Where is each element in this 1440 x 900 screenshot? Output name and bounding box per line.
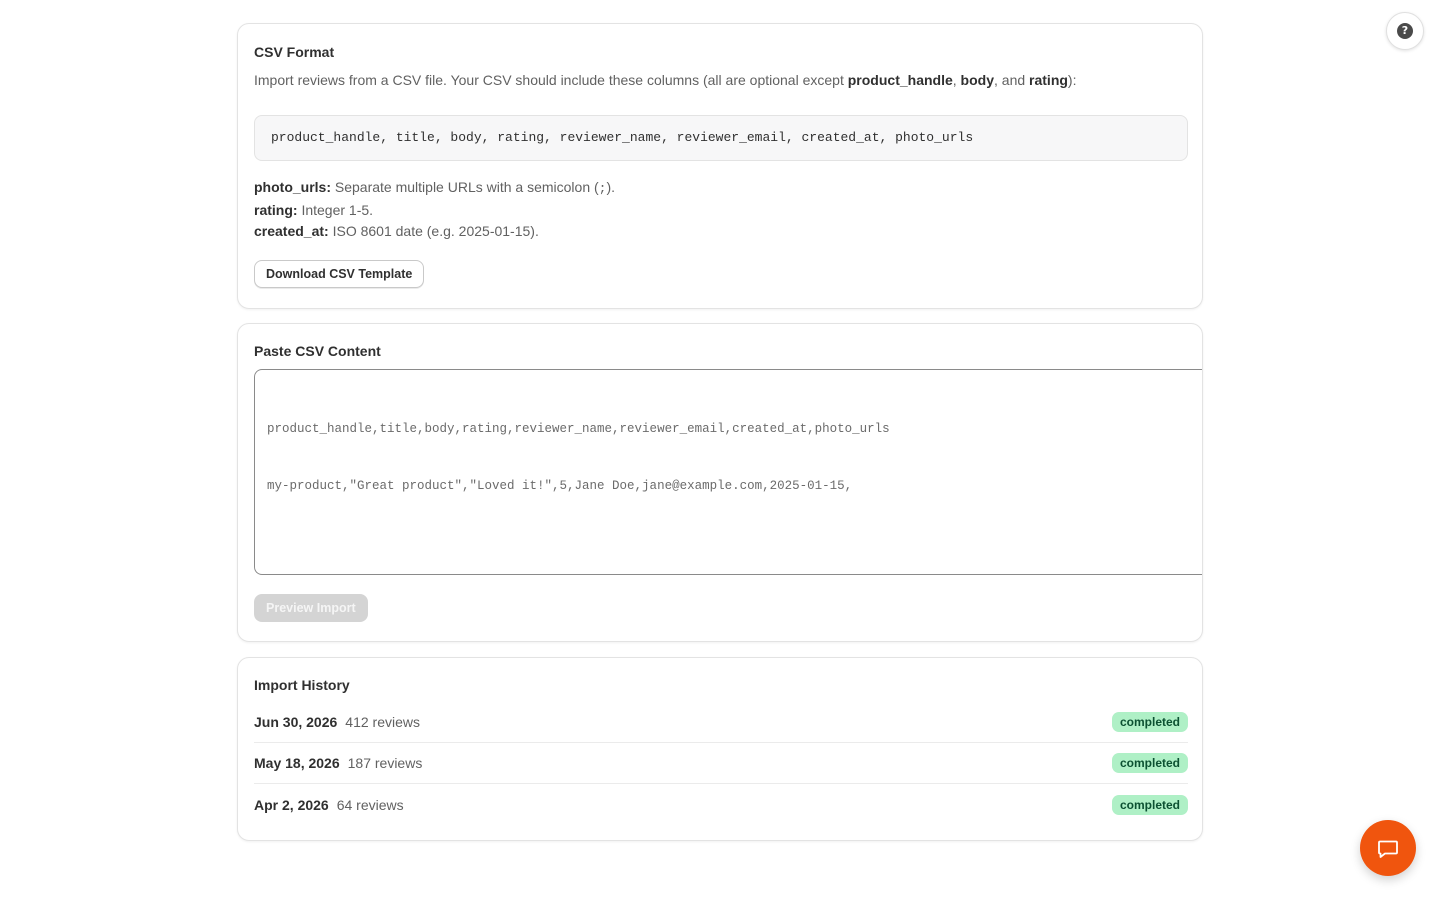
download-csv-template-button[interactable]: Download CSV Template [254,260,425,288]
textarea-placeholder-line: my-product,"Great product","Loved it!",5… [267,479,853,493]
intro-separator: , and [994,72,1030,88]
history-count: 64 reviews [336,796,404,813]
chat-button[interactable] [1360,820,1416,876]
paste-csv-title: Paste CSV Content [254,343,381,359]
note-label: created_at: [254,223,329,239]
csv-format-card: CSV Format Import reviews from a CSV fil… [237,23,1203,309]
history-date: Apr 2, 2026 [254,796,329,813]
history-row: Apr 2, 2026 64 reviews completed [254,784,1188,825]
csv-content-textarea[interactable]: product_handle,title,body,rating,reviewe… [254,369,1202,575]
required-column-body: body [960,72,994,88]
csv-format-title: CSV Format [254,44,335,60]
note-created-at: created_at: ISO 8601 date (e.g. 2025-01-… [254,221,615,243]
history-count: 412 reviews [345,714,420,730]
note-label: photo_urls: [254,179,331,195]
preview-import-button[interactable]: Preview Import [254,594,368,622]
note-text: Integer 1-5. [297,201,374,218]
chat-bubble-icon [1378,840,1398,858]
textarea-placeholder-line: product_handle,title,body,rating,reviewe… [267,422,890,436]
paste-csv-card: Paste CSV Content product_handle,title,b… [237,323,1203,642]
status-badge: completed [1111,794,1188,815]
question-mark-icon: ? [1397,23,1413,39]
status-badge: completed [1111,712,1188,732]
import-history-list: Jun 30, 2026 412 reviews completed May 1… [254,702,1188,825]
note-text: ). [606,179,616,195]
import-history-card: Import History Jun 30, 2026 412 reviews … [237,657,1203,841]
history-row: May 18, 2026 187 reviews completed [254,743,1188,784]
status-badge: completed [1111,753,1188,773]
history-row: Jun 30, 2026 412 reviews completed [254,702,1188,743]
history-date: Jun 30, 2026 [254,714,338,730]
history-count: 187 reviews [347,755,423,771]
intro-separator: , [952,72,961,88]
required-column-product-handle: product_handle [847,72,953,88]
csv-format-intro: Import reviews from a CSV file. Your CSV… [254,70,1076,90]
note-text: Separate multiple URLs with a semicolon … [331,179,599,195]
note-text: ISO 8601 date (e.g. 2025-01-15). [328,223,539,239]
note-rating: rating: Integer 1-5. [254,200,615,222]
note-label: rating: [254,201,298,218]
csv-columns-code: product_handle, title, body, rating, rev… [254,115,1188,161]
import-history-title: Import History [254,677,350,693]
csv-field-notes: photo_urls: Separate multiple URLs with … [254,177,615,243]
required-column-rating: rating [1029,72,1068,88]
note-photo-urls: photo_urls: Separate multiple URLs with … [254,177,615,200]
help-button[interactable]: ? [1386,12,1424,50]
intro-text: Import reviews from a CSV file. Your CSV… [254,72,848,88]
intro-suffix: ): [1067,72,1077,88]
history-date: May 18, 2026 [254,755,340,771]
